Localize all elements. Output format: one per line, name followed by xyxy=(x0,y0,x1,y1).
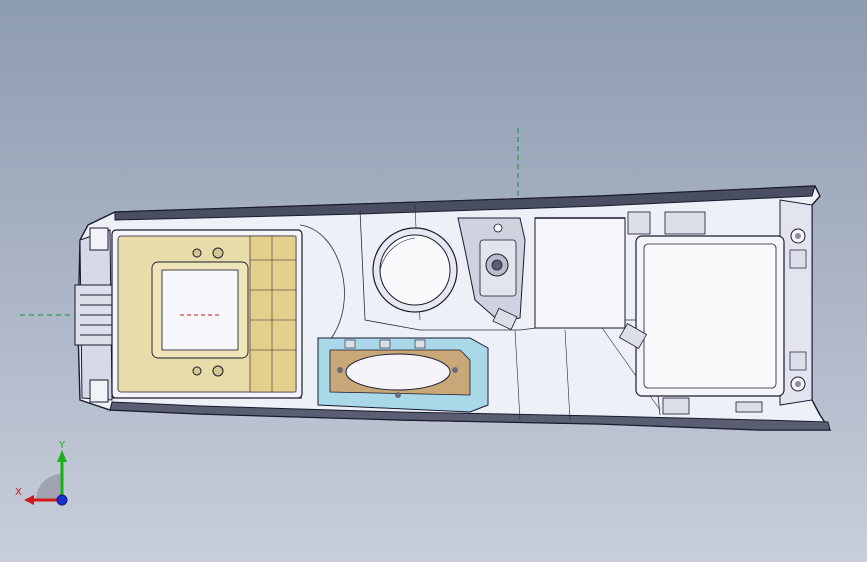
middle-pocket xyxy=(534,217,626,329)
cad-viewport[interactable]: Y X xyxy=(0,0,867,562)
right-pocket xyxy=(635,211,807,415)
triad-y-label: Y xyxy=(59,440,66,451)
coordinate-triad xyxy=(24,450,68,506)
shifter-bracket xyxy=(317,337,489,413)
triad-x-label: X xyxy=(15,487,22,498)
z-axis-point xyxy=(56,494,68,506)
storage-bin xyxy=(111,229,303,399)
cup-holder-round xyxy=(372,227,458,313)
center-console-model[interactable] xyxy=(0,0,867,562)
